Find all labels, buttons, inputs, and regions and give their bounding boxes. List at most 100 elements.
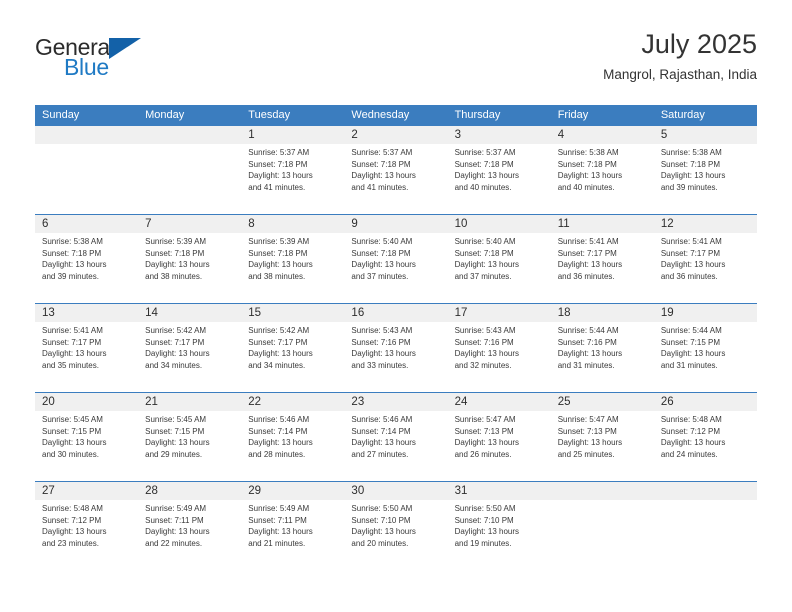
daylight-text-line2: and 40 minutes. xyxy=(454,182,512,192)
day-cell[interactable]: Sunrise: 5:40 AM Sunset: 7:18 PM Dayligh… xyxy=(344,233,447,303)
day-cell[interactable]: Sunrise: 5:46 AM Sunset: 7:14 PM Dayligh… xyxy=(241,411,344,481)
day-detail-band: Sunrise: 5:45 AM Sunset: 7:15 PM Dayligh… xyxy=(35,411,757,481)
sunrise-text: Sunrise: 5:42 AM xyxy=(248,326,310,335)
day-cell[interactable]: Sunrise: 5:38 AM Sunset: 7:18 PM Dayligh… xyxy=(35,233,138,303)
daylight-text-line2: and 32 minutes. xyxy=(454,360,512,370)
day-number[interactable]: 2 xyxy=(344,126,447,144)
day-cell[interactable]: Sunrise: 5:47 AM Sunset: 7:13 PM Dayligh… xyxy=(448,411,551,481)
sunset-text: Sunset: 7:13 PM xyxy=(454,426,514,436)
day-number[interactable]: 18 xyxy=(551,304,654,322)
day-cell[interactable]: Sunrise: 5:44 AM Sunset: 7:16 PM Dayligh… xyxy=(551,322,654,392)
day-cell[interactable]: Sunrise: 5:49 AM Sunset: 7:11 PM Dayligh… xyxy=(138,500,241,570)
day-cell[interactable]: Sunrise: 5:41 AM Sunset: 7:17 PM Dayligh… xyxy=(551,233,654,303)
day-number[interactable]: 1 xyxy=(241,126,344,144)
day-cell[interactable]: Sunrise: 5:47 AM Sunset: 7:13 PM Dayligh… xyxy=(551,411,654,481)
day-cell[interactable]: Sunrise: 5:45 AM Sunset: 7:15 PM Dayligh… xyxy=(35,411,138,481)
sunset-text: Sunset: 7:17 PM xyxy=(660,248,720,258)
day-cell[interactable] xyxy=(138,144,241,214)
day-cell[interactable]: Sunrise: 5:48 AM Sunset: 7:12 PM Dayligh… xyxy=(654,411,757,481)
day-number[interactable]: 6 xyxy=(35,215,138,233)
day-cell[interactable] xyxy=(35,144,138,214)
day-number[interactable]: 22 xyxy=(241,393,344,411)
day-number[interactable]: 3 xyxy=(448,126,551,144)
day-number[interactable]: 29 xyxy=(241,482,344,500)
day-number[interactable]: 24 xyxy=(448,393,551,411)
daylight-text-line2: and 38 minutes. xyxy=(248,271,306,281)
day-cell[interactable]: Sunrise: 5:37 AM Sunset: 7:18 PM Dayligh… xyxy=(344,144,447,214)
day-cell[interactable]: Sunrise: 5:40 AM Sunset: 7:18 PM Dayligh… xyxy=(448,233,551,303)
day-number[interactable]: 16 xyxy=(344,304,447,322)
day-number[interactable]: 8 xyxy=(241,215,344,233)
day-cell[interactable]: Sunrise: 5:45 AM Sunset: 7:15 PM Dayligh… xyxy=(138,411,241,481)
day-number[interactable]: 14 xyxy=(138,304,241,322)
sunrise-text: Sunrise: 5:47 AM xyxy=(454,415,516,424)
sunrise-text: Sunrise: 5:39 AM xyxy=(145,237,207,246)
day-cell[interactable]: Sunrise: 5:42 AM Sunset: 7:17 PM Dayligh… xyxy=(138,322,241,392)
day-number[interactable]: 13 xyxy=(35,304,138,322)
day-number[interactable]: 4 xyxy=(551,126,654,144)
day-number[interactable]: 30 xyxy=(344,482,447,500)
daylight-text-line1: Daylight: 13 hours xyxy=(557,349,623,359)
daylight-text-line1: Daylight: 13 hours xyxy=(351,349,416,359)
sunrise-text: Sunrise: 5:39 AM xyxy=(248,237,310,246)
daylight-text-line2: and 41 minutes. xyxy=(351,182,409,192)
day-cell[interactable]: Sunrise: 5:43 AM Sunset: 7:16 PM Dayligh… xyxy=(448,322,551,392)
location-subtitle: Mangrol, Rajasthan, India xyxy=(603,67,757,82)
day-number[interactable]: 11 xyxy=(551,215,654,233)
day-number[interactable]: 21 xyxy=(138,393,241,411)
day-number[interactable]: 28 xyxy=(138,482,241,500)
day-number[interactable] xyxy=(551,482,654,500)
day-cell[interactable]: Sunrise: 5:46 AM Sunset: 7:14 PM Dayligh… xyxy=(344,411,447,481)
day-cell[interactable]: Sunrise: 5:48 AM Sunset: 7:12 PM Dayligh… xyxy=(35,500,138,570)
day-cell[interactable] xyxy=(551,500,654,570)
day-number[interactable]: 19 xyxy=(654,304,757,322)
weekday-tuesday: Tuesday xyxy=(248,109,291,121)
sunset-text: Sunset: 7:18 PM xyxy=(557,159,617,169)
day-cell[interactable]: Sunrise: 5:37 AM Sunset: 7:18 PM Dayligh… xyxy=(241,144,344,214)
day-number[interactable]: 26 xyxy=(654,393,757,411)
day-cell[interactable]: Sunrise: 5:37 AM Sunset: 7:18 PM Dayligh… xyxy=(448,144,551,214)
daylight-text-line2: and 31 minutes. xyxy=(557,360,615,370)
day-cell[interactable]: Sunrise: 5:39 AM Sunset: 7:18 PM Dayligh… xyxy=(138,233,241,303)
day-cell[interactable] xyxy=(654,500,757,570)
day-cell[interactable]: Sunrise: 5:44 AM Sunset: 7:15 PM Dayligh… xyxy=(654,322,757,392)
day-cell[interactable]: Sunrise: 5:42 AM Sunset: 7:17 PM Dayligh… xyxy=(241,322,344,392)
day-number-band: 27 28 29 30 31 xyxy=(35,482,757,500)
day-number[interactable]: 27 xyxy=(35,482,138,500)
day-number[interactable]: 9 xyxy=(344,215,447,233)
day-cell[interactable]: Sunrise: 5:43 AM Sunset: 7:16 PM Dayligh… xyxy=(344,322,447,392)
day-cell[interactable]: Sunrise: 5:38 AM Sunset: 7:18 PM Dayligh… xyxy=(551,144,654,214)
day-detail-band: Sunrise: 5:48 AM Sunset: 7:12 PM Dayligh… xyxy=(35,500,757,570)
day-cell[interactable]: Sunrise: 5:41 AM Sunset: 7:17 PM Dayligh… xyxy=(654,233,757,303)
month-calendar: Sunday Monday Tuesday Wednesday Thursday… xyxy=(35,105,757,570)
daylight-text-line2: and 30 minutes. xyxy=(42,449,99,459)
day-number[interactable] xyxy=(654,482,757,500)
day-number[interactable]: 12 xyxy=(654,215,757,233)
general-blue-logo[interactable]: General Blue xyxy=(35,34,245,92)
day-cell[interactable]: Sunrise: 5:41 AM Sunset: 7:17 PM Dayligh… xyxy=(35,322,138,392)
day-cell[interactable]: Sunrise: 5:50 AM Sunset: 7:10 PM Dayligh… xyxy=(344,500,447,570)
day-number[interactable] xyxy=(35,126,138,144)
day-cell[interactable]: Sunrise: 5:49 AM Sunset: 7:11 PM Dayligh… xyxy=(241,500,344,570)
day-number[interactable]: 31 xyxy=(448,482,551,500)
day-number[interactable]: 23 xyxy=(344,393,447,411)
daylight-text-line2: and 23 minutes. xyxy=(42,538,99,548)
day-cell[interactable]: Sunrise: 5:39 AM Sunset: 7:18 PM Dayligh… xyxy=(241,233,344,303)
day-number[interactable]: 20 xyxy=(35,393,138,411)
daylight-text-line1: Daylight: 13 hours xyxy=(660,260,726,270)
day-number[interactable]: 17 xyxy=(448,304,551,322)
daylight-text-line1: Daylight: 13 hours xyxy=(248,171,313,181)
day-number[interactable]: 7 xyxy=(138,215,241,233)
day-number[interactable] xyxy=(138,126,241,144)
daylight-text-line2: and 41 minutes. xyxy=(248,182,306,192)
day-number[interactable]: 25 xyxy=(551,393,654,411)
sunrise-text: Sunrise: 5:45 AM xyxy=(145,415,207,424)
day-number[interactable]: 5 xyxy=(654,126,757,144)
day-cell[interactable]: Sunrise: 5:38 AM Sunset: 7:18 PM Dayligh… xyxy=(654,144,757,214)
day-cell[interactable]: Sunrise: 5:50 AM Sunset: 7:10 PM Dayligh… xyxy=(448,500,551,570)
sunset-text: Sunset: 7:18 PM xyxy=(42,248,102,258)
day-number[interactable]: 10 xyxy=(448,215,551,233)
week-row: 20 21 22 23 24 25 26 Sunrise: 5:45 AM Su… xyxy=(35,393,757,482)
day-number[interactable]: 15 xyxy=(241,304,344,322)
daylight-text-line1: Daylight: 13 hours xyxy=(351,260,416,270)
